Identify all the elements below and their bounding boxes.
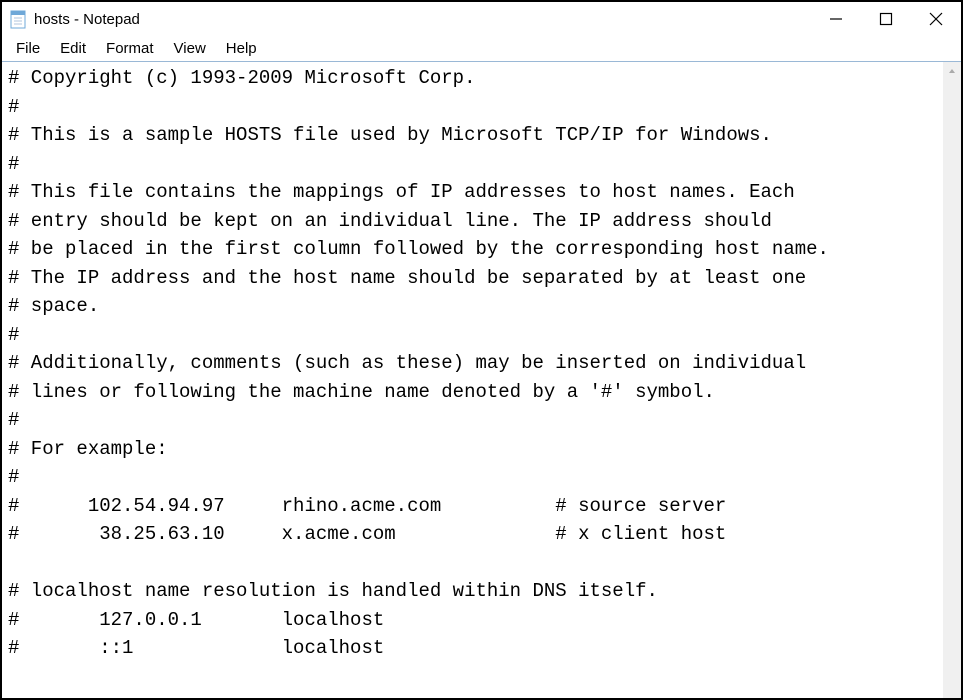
scroll-up-arrow[interactable] — [943, 62, 961, 80]
menu-view[interactable]: View — [164, 38, 216, 59]
editor-wrap: # Copyright (c) 1993-2009 Microsoft Corp… — [2, 62, 961, 698]
close-button[interactable] — [911, 2, 961, 36]
menu-format[interactable]: Format — [96, 38, 164, 59]
menu-help[interactable]: Help — [216, 38, 267, 59]
text-editor[interactable]: # Copyright (c) 1993-2009 Microsoft Corp… — [2, 62, 943, 698]
notepad-icon — [10, 9, 28, 29]
vertical-scrollbar[interactable] — [943, 62, 961, 698]
menu-bar: File Edit Format View Help — [2, 36, 961, 62]
window-title: hosts - Notepad — [34, 11, 811, 28]
title-bar: hosts - Notepad — [2, 2, 961, 36]
menu-edit[interactable]: Edit — [50, 38, 96, 59]
minimize-button[interactable] — [811, 2, 861, 36]
window-controls — [811, 2, 961, 36]
menu-file[interactable]: File — [6, 38, 50, 59]
maximize-button[interactable] — [861, 2, 911, 36]
